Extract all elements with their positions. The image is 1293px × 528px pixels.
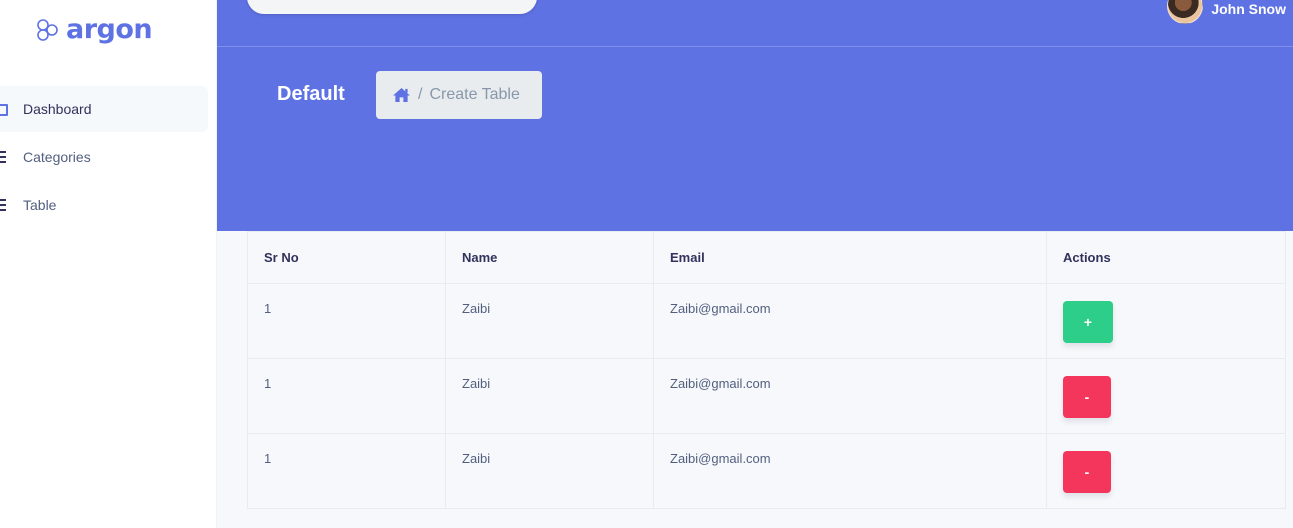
data-table: Sr No Name Email Actions 1 Zaibi Zaibi@g… <box>247 231 1286 509</box>
cell-email: Zaibi@gmail.com <box>653 358 1047 434</box>
argon-logo-icon <box>37 18 58 41</box>
user-name: John Snow <box>1211 1 1286 17</box>
sidebar-item-dashboard[interactable]: Dashboard <box>0 86 208 132</box>
column-header-name: Name <box>445 231 654 284</box>
cell-actions: - <box>1046 358 1286 434</box>
cell-sr-no: 1 <box>247 358 446 434</box>
breadcrumb: / Create Table <box>376 71 542 119</box>
cell-actions: + <box>1046 283 1286 359</box>
table-row: 1 Zaibi Zaibi@gmail.com - <box>247 358 1286 434</box>
brand-name: argon <box>66 14 153 45</box>
cell-name: Zaibi <box>445 433 654 509</box>
page-title: Default <box>277 83 345 105</box>
breadcrumb-separator: / <box>418 86 423 103</box>
page-header: John Snow Default / Create Table <box>217 0 1293 231</box>
brand-logo[interactable]: argon <box>36 14 153 45</box>
avatar[interactable] <box>1167 0 1204 24</box>
list-icon <box>0 199 6 211</box>
header-divider <box>217 46 1293 47</box>
breadcrumb-current: Create Table <box>429 86 520 103</box>
home-icon[interactable] <box>392 87 411 103</box>
remove-button[interactable]: - <box>1063 451 1111 493</box>
table-row: 1 Zaibi Zaibi@gmail.com - <box>247 433 1286 509</box>
sidebar: argon Dashboard Categories Table <box>0 0 216 528</box>
table-header-row: Sr No Name Email Actions <box>247 231 1286 284</box>
sidebar-item-label: Categories <box>23 149 91 165</box>
cell-name: Zaibi <box>445 358 654 434</box>
remove-button[interactable]: - <box>1063 376 1111 418</box>
cell-actions: - <box>1046 433 1286 509</box>
user-menu[interactable]: John Snow <box>1167 0 1286 24</box>
data-table-container: Sr No Name Email Actions 1 Zaibi Zaibi@g… <box>247 231 1286 509</box>
column-header-email: Email <box>653 231 1047 284</box>
cell-email: Zaibi@gmail.com <box>653 283 1047 359</box>
cell-sr-no: 1 <box>247 433 446 509</box>
add-button[interactable]: + <box>1063 301 1113 343</box>
table-row: 1 Zaibi Zaibi@gmail.com + <box>247 283 1286 359</box>
cell-sr-no: 1 <box>247 283 446 359</box>
search-input[interactable] <box>247 0 537 14</box>
sidebar-item-label: Table <box>23 197 57 213</box>
sidebar-item-categories[interactable]: Categories <box>0 134 216 180</box>
cell-email: Zaibi@gmail.com <box>653 433 1047 509</box>
cell-name: Zaibi <box>445 283 654 359</box>
column-header-sr-no: Sr No <box>247 231 446 284</box>
list-icon <box>0 151 6 163</box>
column-header-actions: Actions <box>1046 231 1286 284</box>
monitor-icon <box>0 104 8 116</box>
sidebar-item-table[interactable]: Table <box>0 182 216 228</box>
sidebar-item-label: Dashboard <box>23 101 92 117</box>
sidebar-nav: Dashboard Categories Table <box>0 86 216 230</box>
